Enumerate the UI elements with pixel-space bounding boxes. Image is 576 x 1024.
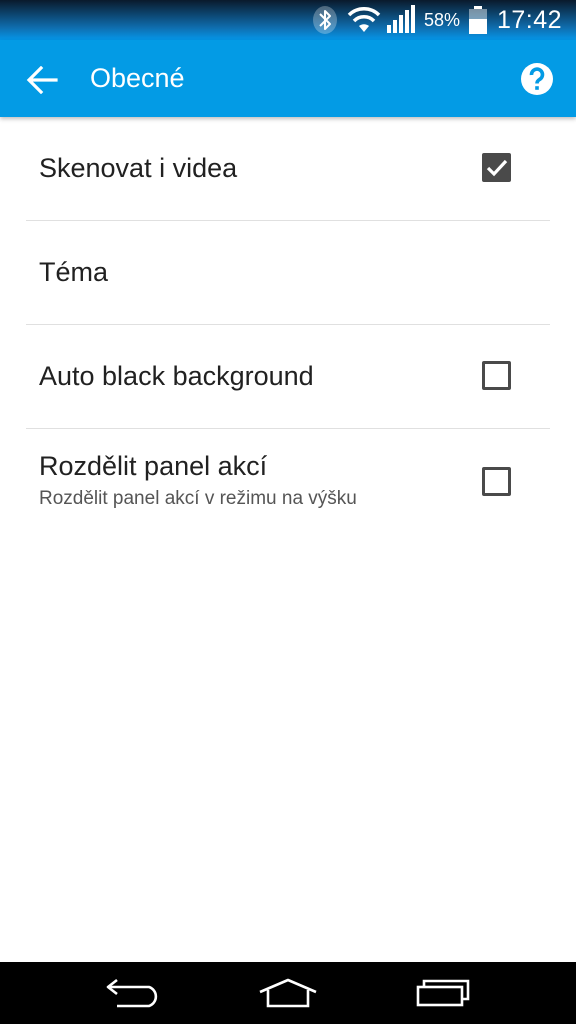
cell-signal-icon <box>386 0 418 40</box>
screen: 58% 17:42 Obecné Skenovat i videa Téma A… <box>0 0 576 1024</box>
nav-home-icon <box>259 978 317 1008</box>
nav-recents-icon <box>416 979 470 1007</box>
nav-back-button[interactable] <box>92 970 172 1016</box>
setting-title: Téma <box>39 257 109 287</box>
battery-percent: 58% <box>424 9 461 30</box>
setting-summary: Rozdělit panel akcí v režimu na výšku <box>39 488 357 509</box>
navigation-bar <box>0 962 576 1024</box>
setting-text: Auto black background <box>39 325 314 428</box>
app-bar: Obecné <box>0 40 576 117</box>
bluetooth-icon <box>312 0 338 40</box>
setting-text: Téma <box>39 221 108 324</box>
nav-back-icon <box>106 978 158 1008</box>
check-icon <box>486 159 508 177</box>
clock-time: 17:42 <box>497 5 563 34</box>
setting-title: Auto black background <box>39 361 314 391</box>
setting-split-action-bar[interactable]: Rozdělit panel akcí Rozdělit panel akcí … <box>26 429 550 532</box>
help-circle-icon <box>521 63 553 95</box>
split-action-bar-checkbox[interactable] <box>482 467 511 496</box>
scan-videos-checkbox[interactable] <box>482 153 511 182</box>
setting-title: Skenovat i videa <box>39 153 238 183</box>
setting-scan-videos[interactable]: Skenovat i videa <box>26 117 550 221</box>
battery-icon <box>468 0 488 40</box>
help-button[interactable] <box>518 60 556 98</box>
setting-text: Skenovat i videa <box>39 117 237 220</box>
wifi-icon <box>346 0 382 40</box>
status-bar: 58% 17:42 <box>0 0 576 40</box>
arrow-back-icon <box>26 66 58 94</box>
setting-theme[interactable]: Téma <box>26 221 550 325</box>
settings-list: Skenovat i videa Téma Auto black backgro… <box>0 117 576 532</box>
nav-home-button[interactable] <box>248 970 328 1016</box>
back-button[interactable] <box>20 58 64 102</box>
setting-text: Rozdělit panel akcí Rozdělit panel akcí … <box>39 429 357 532</box>
nav-recents-button[interactable] <box>403 970 483 1016</box>
setting-title: Rozdělit panel akcí <box>39 451 268 481</box>
auto-black-background-checkbox[interactable] <box>482 361 511 390</box>
page-title: Obecné <box>90 63 185 93</box>
setting-auto-black-background[interactable]: Auto black background <box>26 325 550 429</box>
